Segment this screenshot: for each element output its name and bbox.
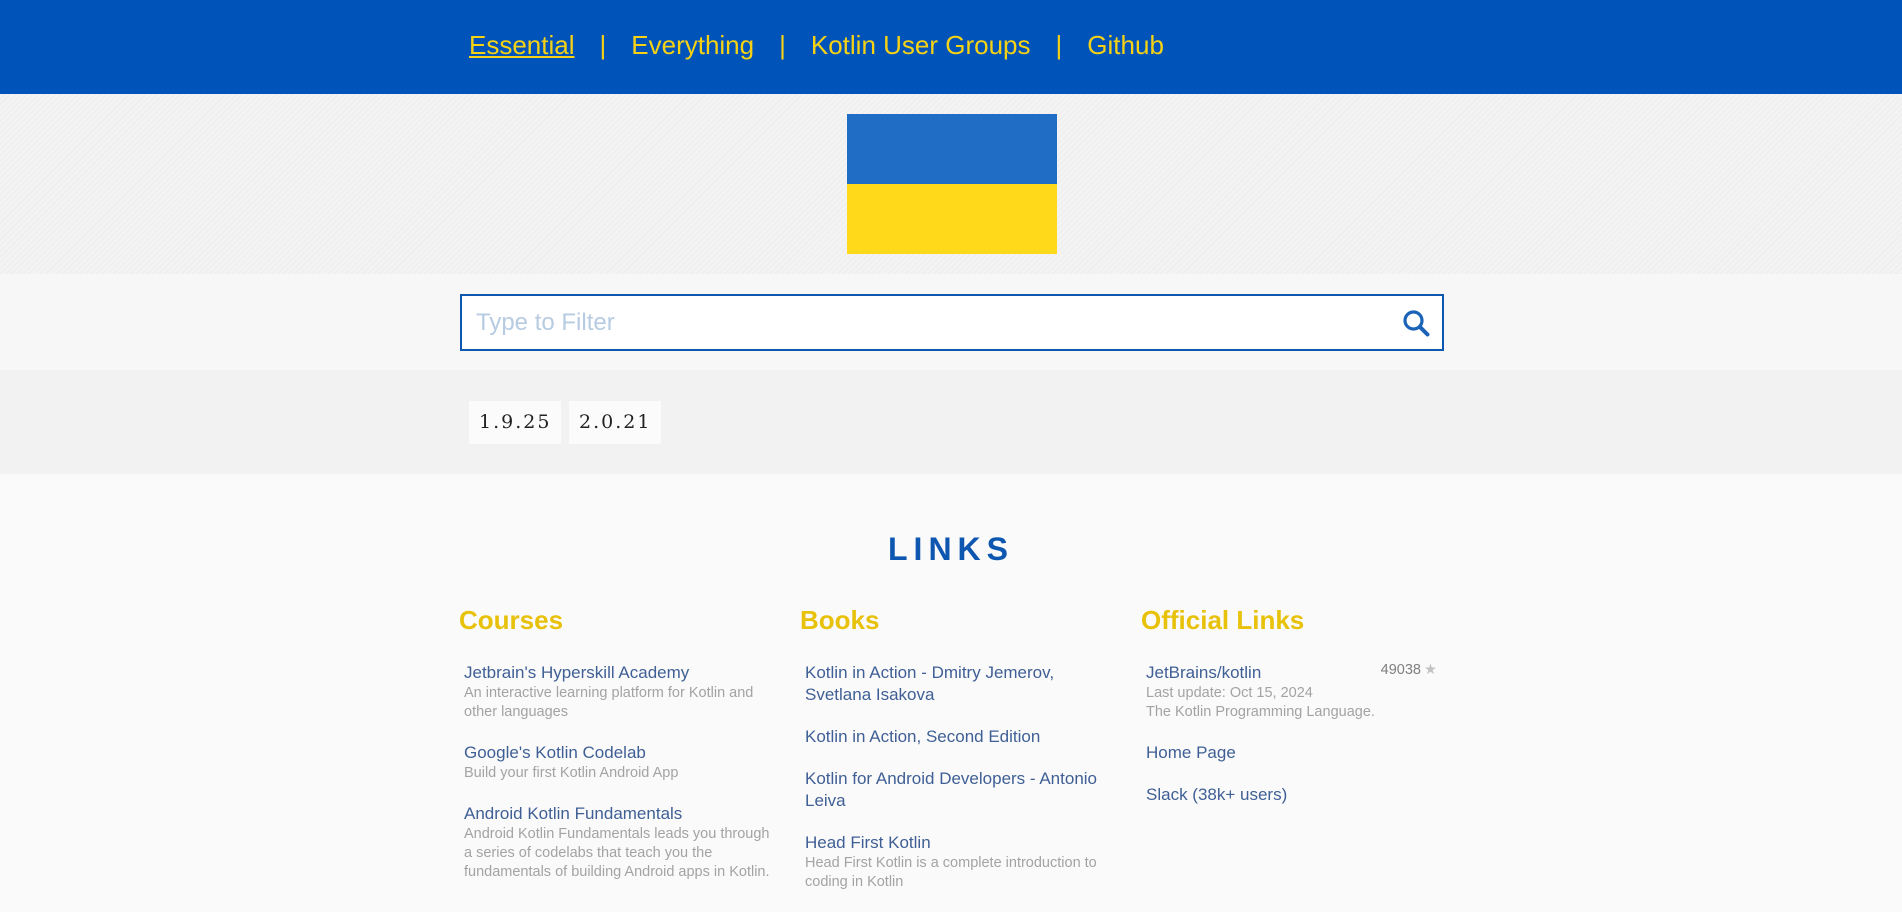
link-title[interactable]: Android Kotlin Fundamentals (464, 803, 779, 825)
search-input[interactable] (476, 296, 1376, 349)
list-item: Android Kotlin Fundamentals Android Kotl… (459, 803, 779, 882)
link-title[interactable]: Slack (38k+ users) (1146, 784, 1437, 806)
nav-essential-link[interactable]: Essential (469, 30, 575, 61)
star-count: 49038 (1380, 662, 1421, 678)
link-title[interactable]: Jetbrain's Hyperskill Academy (464, 662, 779, 684)
list-item: Home Page (1141, 742, 1437, 764)
column-heading: Courses (459, 605, 564, 635)
list-item: Head First Kotlin Head First Kotlin is a… (800, 832, 1120, 892)
list-item: JetBrains/kotlin 49038 ★ Last update: Oct… (1141, 662, 1437, 722)
star-icon: ★ (1424, 662, 1437, 678)
links-section-title: LINKS (888, 531, 1014, 567)
flag-yellow-stripe (847, 184, 1057, 254)
list-item: Kotlin for Android Developers - Antonio … (800, 768, 1120, 812)
link-title[interactable]: Google's Kotlin Codelab (464, 742, 779, 764)
link-description: An interactive learning platform for Kot… (464, 685, 754, 720)
column-heading: Official Links (1141, 605, 1305, 635)
version-filter-bar: 1.9.25 2.0.21 (0, 370, 1902, 474)
link-title[interactable]: Kotlin in Action - Dmitry Jemerov, Svetl… (805, 662, 1120, 706)
nav-github-link[interactable]: Github (1087, 30, 1164, 61)
search-section (0, 274, 1902, 370)
version-chip[interactable]: 1.9.25 (469, 401, 562, 444)
link-title[interactable]: Kotlin for Android Developers - Antonio … (805, 768, 1120, 812)
version-chip[interactable]: 2.0.21 (569, 401, 662, 444)
list-item: Jetbrain's Hyperskill Academy An interac… (459, 662, 779, 722)
link-title[interactable]: Kotlin in Action, Second Edition (805, 726, 1120, 748)
hero-banner (0, 94, 1902, 274)
official-links-column: Official Links JetBrains/kotlin 49038 ★ L… (1141, 605, 1437, 826)
github-stars: 49038 ★ (1381, 662, 1437, 678)
search-box (460, 294, 1444, 351)
column-heading: Books (800, 605, 880, 635)
list-item: Kotlin in Action - Dmitry Jemerov, Svetl… (800, 662, 1120, 706)
ukraine-flag (847, 114, 1057, 254)
nav-everything-link[interactable]: Everything (631, 30, 754, 61)
nav-links: Essential | Everything | Kotlin User Gro… (469, 30, 1164, 61)
link-description: The Kotlin Programming Language. (1146, 704, 1375, 720)
nav-separator: | (1055, 30, 1063, 60)
link-description: Android Kotlin Fundamentals leads you th… (464, 826, 770, 880)
list-item: Kotlin in Action, Second Edition (800, 726, 1120, 748)
books-column: Books Kotlin in Action - Dmitry Jemerov,… (800, 605, 1120, 912)
nav-kotlin-user-groups-link[interactable]: Kotlin User Groups (811, 30, 1031, 61)
top-navigation: Essential | Everything | Kotlin User Gro… (0, 0, 1902, 94)
link-description: Head First Kotlin is a complete introduc… (805, 855, 1097, 890)
last-update: Last update: Oct 15, 2024 (1146, 685, 1313, 701)
link-description: Build your first Kotlin Android App (464, 765, 679, 781)
search-icon[interactable] (1402, 309, 1430, 337)
courses-column: Courses Jetbrain's Hyperskill Academy An… (459, 605, 779, 902)
link-title[interactable]: Home Page (1146, 742, 1437, 764)
link-title[interactable]: Head First Kotlin (805, 832, 1120, 854)
list-item: Slack (38k+ users) (1141, 784, 1437, 806)
nav-separator: | (779, 30, 786, 60)
flag-blue-stripe (847, 114, 1057, 184)
list-item: Google's Kotlin Codelab Build your first… (459, 742, 779, 783)
nav-separator: | (599, 30, 607, 60)
